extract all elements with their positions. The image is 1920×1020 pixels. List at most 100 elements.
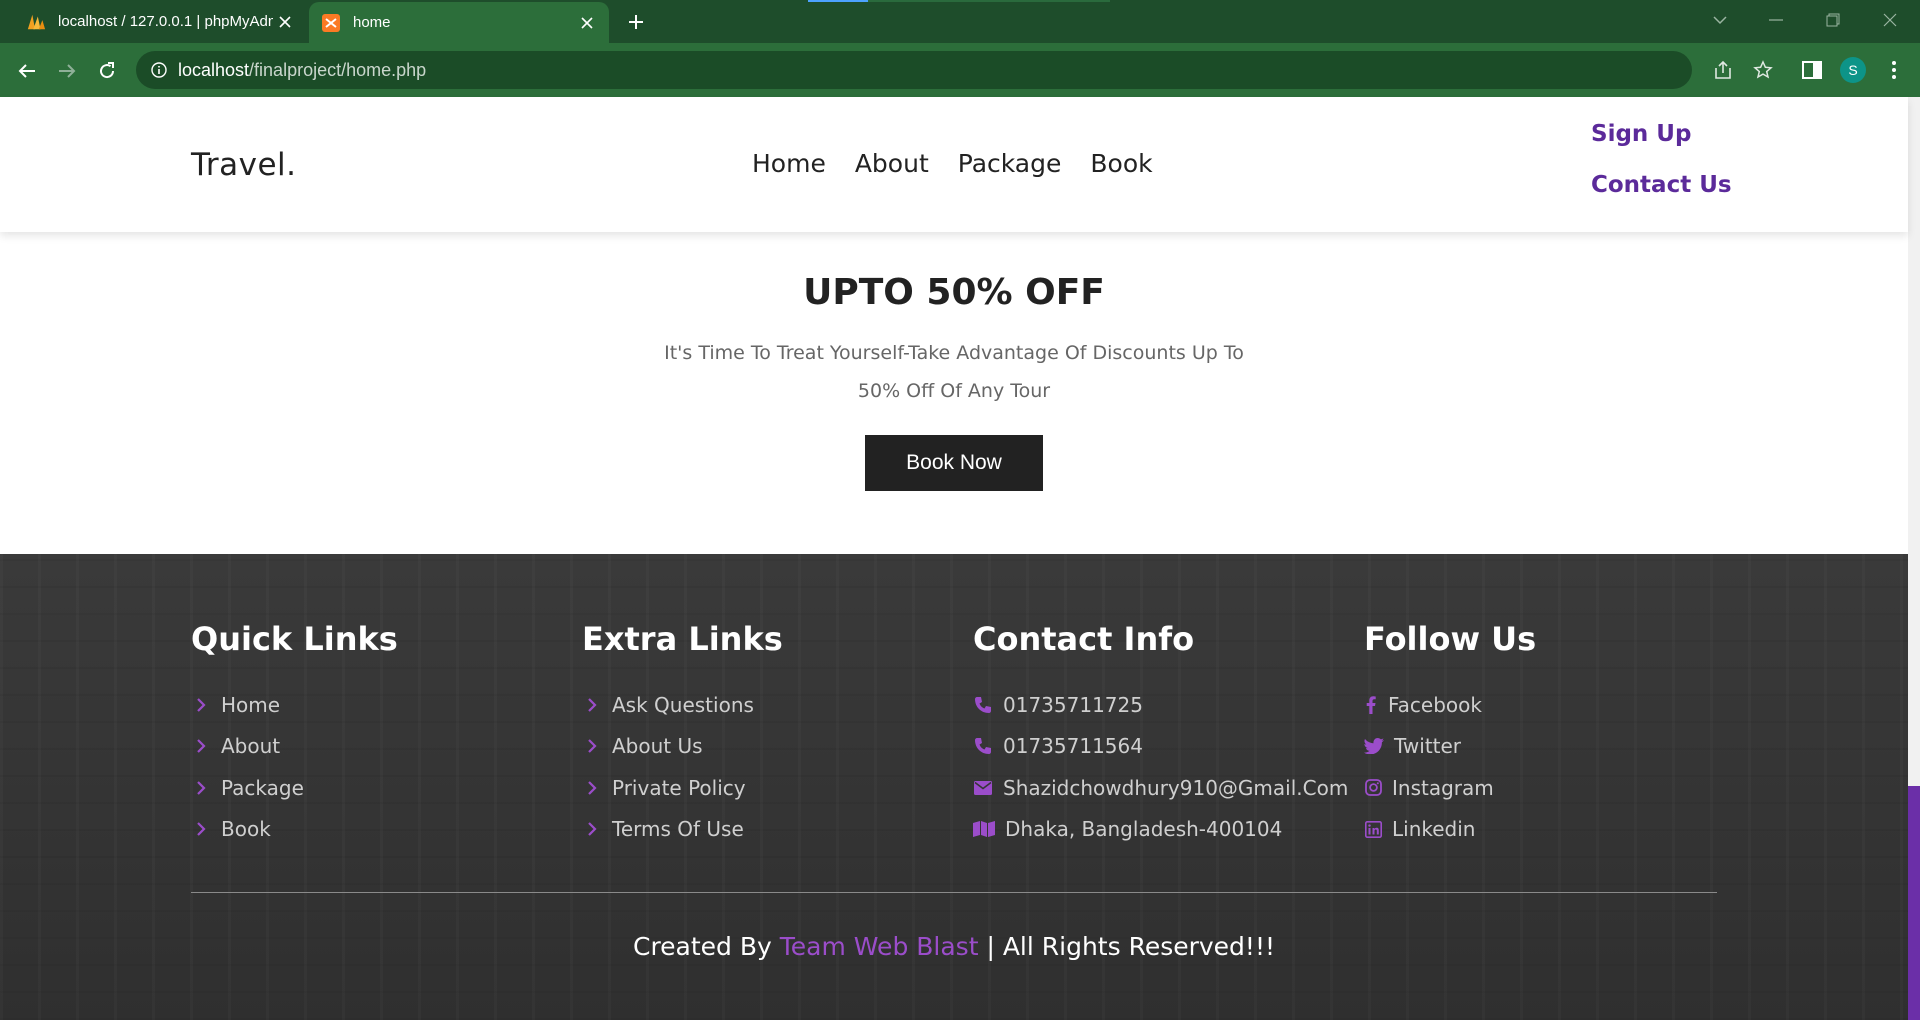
share-icon[interactable] — [1709, 56, 1737, 84]
forward-icon[interactable] — [53, 57, 81, 85]
instagram-icon — [1364, 778, 1382, 798]
contact-text: 01735711725 — [1003, 692, 1143, 717]
chevron-right-icon — [582, 736, 602, 756]
footer-link-private-policy[interactable]: Private Policy — [582, 767, 783, 809]
discount-text: It's Time To Treat Yourself-Take Advanta… — [664, 342, 1244, 402]
tab-home[interactable]: home — [309, 2, 609, 43]
minimize-icon[interactable] — [1762, 8, 1790, 32]
site-footer: Quick Links Home About Package Book Extr… — [0, 554, 1908, 1020]
auth-links: Sign Up Contact Us — [1591, 121, 1732, 223]
footer-link-label: Package — [221, 775, 304, 800]
social-instagram[interactable]: Instagram — [1364, 767, 1536, 809]
phpmyadmin-favicon-icon — [26, 12, 46, 32]
footer-link-package[interactable]: Package — [191, 767, 398, 809]
new-tab-button[interactable] — [624, 10, 648, 34]
footer-link-label: Private Policy — [612, 775, 746, 800]
footer-link-about[interactable]: About — [191, 726, 398, 768]
site-info-icon[interactable] — [148, 59, 170, 81]
credit-suffix: | All Rights Reserved!!! — [986, 932, 1275, 961]
footer-link-home[interactable]: Home — [191, 684, 398, 726]
tab-phpmyadmin[interactable]: localhost / 127.0.0.1 | phpMyAdmin — [14, 0, 307, 43]
footer-credit: Created By Team Web Blast | All Rights R… — [0, 932, 1908, 961]
footer-link-label: About Us — [612, 734, 703, 759]
nav-about[interactable]: About — [855, 149, 929, 178]
nav-home[interactable]: Home — [752, 149, 826, 178]
phone-icon — [973, 736, 993, 756]
profile-avatar[interactable]: S — [1840, 57, 1866, 83]
quick-links-title: Quick Links — [191, 620, 398, 658]
reload-icon[interactable] — [93, 57, 121, 85]
book-now-button[interactable]: Book Now — [865, 435, 1043, 491]
contact-address[interactable]: Dhaka, Bangladesh-400104 — [973, 809, 1348, 851]
contact-phone-1[interactable]: 01735711725 — [973, 684, 1348, 726]
chevron-right-icon — [191, 736, 211, 756]
discount-heading: UPTO 50% OFF — [803, 272, 1105, 313]
loading-indicator — [808, 0, 1110, 2]
chevron-right-icon — [582, 819, 602, 839]
footer-link-ask-questions[interactable]: Ask Questions — [582, 684, 783, 726]
chevron-right-icon — [191, 778, 211, 798]
site-header: Travel. Home About Package Book Sign Up … — [0, 97, 1908, 232]
menu-kebab-icon[interactable] — [1880, 56, 1908, 84]
contact-info-column: Contact Info 01735711725 01735711564 Sha… — [973, 620, 1348, 850]
url-text: localhost/finalproject/home.php — [178, 60, 426, 81]
close-tab-icon[interactable] — [575, 11, 599, 35]
footer-link-book[interactable]: Book — [191, 809, 398, 851]
url-path: /finalproject/home.php — [249, 59, 427, 80]
footer-link-terms-of-use[interactable]: Terms Of Use — [582, 809, 783, 851]
contact-text: Dhaka, Bangladesh-400104 — [1005, 817, 1283, 842]
contact-text: Shazidchowdhury910@Gmail.Com — [1003, 775, 1349, 800]
bookmark-star-icon[interactable] — [1749, 56, 1777, 84]
side-panel-icon[interactable] — [1798, 56, 1826, 84]
extra-links-title: Extra Links — [582, 620, 783, 658]
url-host: localhost — [178, 59, 250, 80]
close-tab-icon[interactable] — [273, 10, 297, 34]
contact-us-link[interactable]: Contact Us — [1591, 172, 1732, 198]
contact-text: 01735711564 — [1003, 734, 1143, 759]
xampp-favicon-icon — [321, 13, 341, 33]
social-label: Facebook — [1388, 692, 1482, 717]
credit-prefix: Created By — [632, 932, 772, 961]
social-linkedin[interactable]: Linkedin — [1364, 809, 1536, 851]
sign-up-link[interactable]: Sign Up — [1591, 121, 1732, 147]
map-icon — [973, 819, 995, 839]
social-label: Instagram — [1392, 775, 1494, 800]
credit-team-link[interactable]: Team Web Blast — [780, 932, 979, 961]
back-icon[interactable] — [13, 57, 41, 85]
chevron-right-icon — [191, 695, 211, 715]
nav-book[interactable]: Book — [1090, 149, 1152, 178]
follow-us-title: Follow Us — [1364, 620, 1537, 658]
main-nav: Home About Package Book — [752, 149, 1182, 178]
restore-icon[interactable] — [1819, 8, 1847, 32]
contact-info-title: Contact Info — [973, 620, 1195, 658]
social-facebook[interactable]: Facebook — [1364, 684, 1536, 726]
tab-title: localhost / 127.0.0.1 | phpMyAdmin — [58, 13, 273, 30]
social-twitter[interactable]: Twitter — [1364, 726, 1536, 768]
chevron-right-icon — [582, 778, 602, 798]
page-scrollbar-thumb[interactable] — [1908, 786, 1920, 1020]
close-window-icon[interactable] — [1876, 8, 1904, 32]
contact-phone-2[interactable]: 01735711564 — [973, 726, 1348, 768]
tab-title: home — [353, 14, 391, 31]
phone-icon — [973, 695, 993, 715]
extra-links-column: Extra Links Ask Questions About Us Priva… — [582, 620, 783, 850]
footer-divider — [191, 892, 1717, 893]
discount-section: UPTO 50% OFF It's Time To Treat Yourself… — [0, 232, 1908, 554]
nav-package[interactable]: Package — [958, 149, 1062, 178]
footer-link-about-us[interactable]: About Us — [582, 726, 783, 768]
linkedin-icon — [1364, 819, 1382, 839]
social-label: Linkedin — [1392, 817, 1476, 842]
footer-link-label: About — [221, 734, 281, 759]
footer-link-label: Terms Of Use — [612, 817, 744, 842]
footer-link-label: Book — [221, 817, 271, 842]
address-bar[interactable]: localhost/finalproject/home.php — [136, 51, 1692, 89]
chevron-right-icon — [582, 695, 602, 715]
contact-email[interactable]: Shazidchowdhury910@Gmail.Com — [973, 767, 1348, 809]
twitter-icon — [1364, 736, 1384, 756]
tab-search-icon[interactable] — [1706, 8, 1734, 32]
facebook-icon — [1364, 695, 1378, 715]
browser-tab-bar: localhost / 127.0.0.1 | phpMyAdmin home — [0, 0, 1920, 43]
envelope-icon — [973, 778, 993, 798]
social-label: Twitter — [1394, 734, 1462, 759]
site-logo[interactable]: Travel. — [191, 147, 297, 183]
